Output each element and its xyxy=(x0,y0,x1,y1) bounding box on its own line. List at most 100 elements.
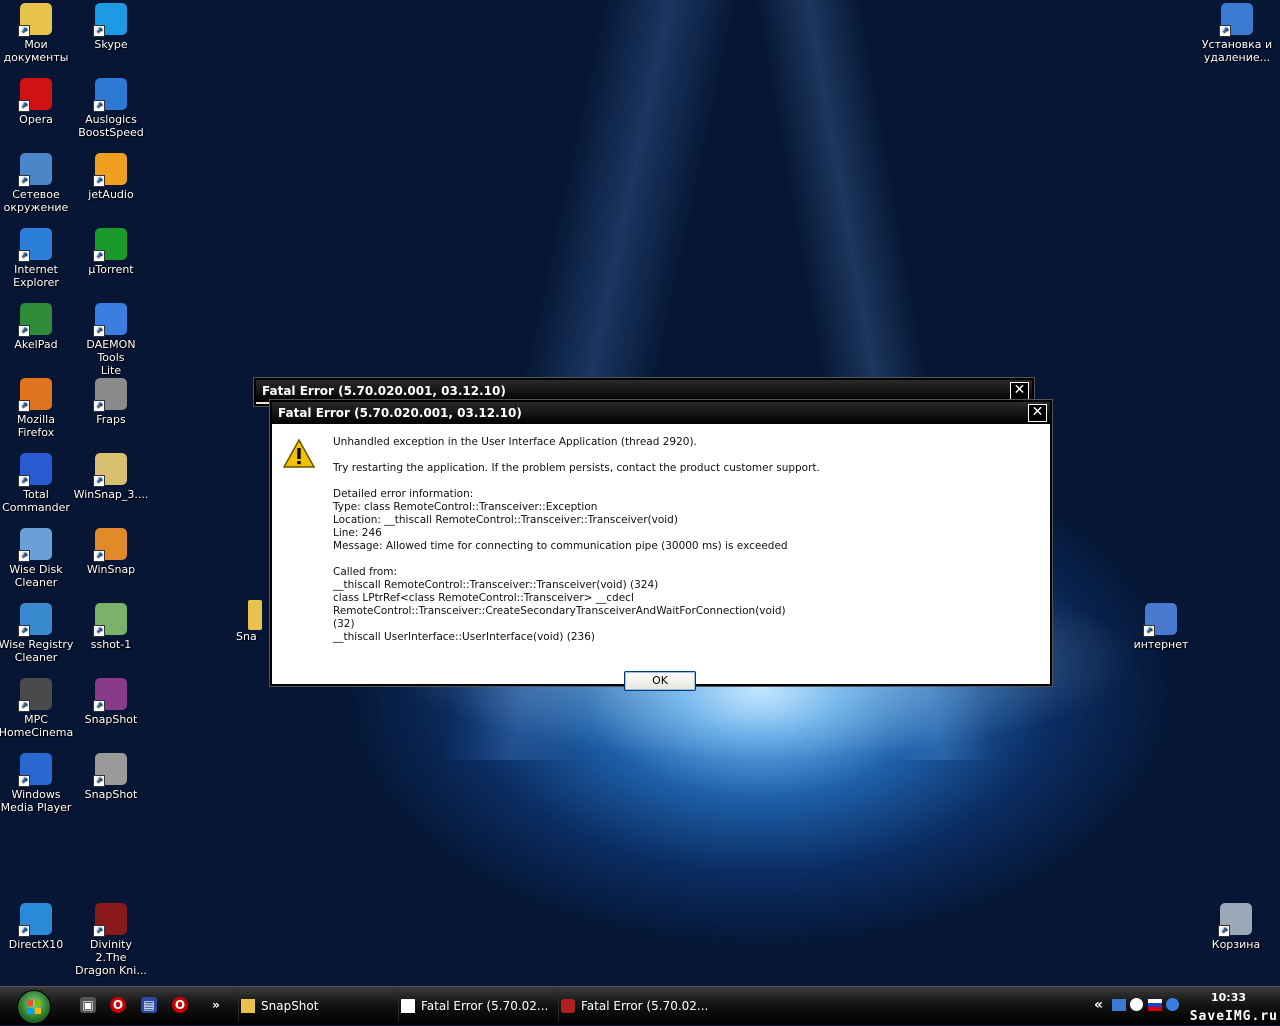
shortcut-arrow-icon: ↗ xyxy=(93,925,105,937)
window-icon xyxy=(401,999,415,1013)
desktop-icon-label: Сетевое окружение xyxy=(3,188,69,214)
shortcut-arrow-icon: ↗ xyxy=(93,700,105,712)
desktop-icon[interactable]: ↗ WinSnap xyxy=(73,528,149,576)
akelpad-icon: ↗ xyxy=(18,303,52,337)
shortcut-arrow-icon: ↗ xyxy=(18,625,30,637)
desktop-icon-label: Total Commander xyxy=(2,488,70,514)
desktop-icon-label: Auslogics BoostSpeed xyxy=(78,113,144,139)
shortcut-arrow-icon: ↗ xyxy=(93,250,105,262)
desktop-icon[interactable]: ↗ WinSnap_3.... xyxy=(73,453,149,501)
desktop-icon[interactable]: ↗ AkelPad xyxy=(0,303,74,351)
network-tray-icon[interactable] xyxy=(1112,999,1126,1011)
desktop-icon[interactable]: ↗ Skype xyxy=(73,3,149,51)
desktop-icon[interactable]: ↗ интернет xyxy=(1123,603,1199,651)
desktop-icon-label: Установка и удаление... xyxy=(1201,38,1273,64)
quicklaunch-more-button[interactable]: » xyxy=(208,997,224,1013)
opera-icon[interactable]: O xyxy=(172,997,188,1013)
desktop-icon[interactable]: ↗ Fraps xyxy=(73,378,149,426)
desktop-icon[interactable]: ↗ µTorrent xyxy=(73,228,149,276)
desktop-icon-label: Opera xyxy=(19,113,53,126)
shortcut-arrow-icon: ↗ xyxy=(18,25,30,37)
fraps-icon: ↗ xyxy=(93,378,127,412)
desktop-icon-label: Mozilla Firefox xyxy=(17,413,55,439)
desktop-icon[interactable]: ↗ Установка и удаление... xyxy=(1199,3,1275,64)
shortcut-arrow-icon: ↗ xyxy=(18,325,30,337)
desktop-icon[interactable]: ↗ Opera xyxy=(0,78,74,126)
desktop-icon[interactable]: ↗ Divinity 2.The Dragon Kni... xyxy=(73,903,149,977)
desktop-icon-label: WinSnap xyxy=(86,563,136,576)
watermark: SaveIMG.ru xyxy=(1189,1009,1278,1024)
task-fatal-error-1[interactable]: Fatal Error (5.70.02... xyxy=(398,991,561,1021)
desktop-icon[interactable]: ↗ SnapShot xyxy=(73,678,149,726)
shortcut-arrow-icon: ↗ xyxy=(93,550,105,562)
shortcut-arrow-icon: ↗ xyxy=(1219,25,1231,37)
desktop-icon[interactable]: ↗ jetAudio xyxy=(73,153,149,201)
desktop-icon-label: MPC HomeCinema xyxy=(0,713,74,739)
desktop-icon[interactable]: ↗ sshot-1 xyxy=(73,603,149,651)
taskbar: ▣ O ▤ O » SnapShot Fatal Error (5.70.02.… xyxy=(0,986,1280,1025)
desktop-icon-label: Корзина xyxy=(1211,938,1261,951)
shortcut-arrow-icon: ↗ xyxy=(93,175,105,187)
desktop-icon-label: sshot-1 xyxy=(90,638,132,651)
desktop-icon[interactable]: ↗ Windows Media Player xyxy=(0,753,74,814)
desktop-icon[interactable]: ↗ Wise Registry Cleaner xyxy=(0,603,74,664)
tray-expand-button[interactable]: « xyxy=(1094,997,1103,1013)
dialog-close-button[interactable]: ✕ xyxy=(1028,404,1047,422)
desktop-icon-label: SnapShot xyxy=(84,713,138,726)
error-details: Detailed error information: Type: class … xyxy=(333,488,788,552)
desktop-icon-label: интернет xyxy=(1133,638,1189,651)
shortcut-arrow-icon: ↗ xyxy=(1143,625,1155,637)
desktop-icon-label: Sna xyxy=(236,630,257,643)
desktop-icon[interactable]: ↗ Mozilla Firefox xyxy=(0,378,74,439)
desktop-icon[interactable]: ↗ MPC HomeCinema xyxy=(0,678,74,739)
desktop-icon-partial[interactable]: Sna xyxy=(236,600,266,643)
daemon-tools-icon: ↗ xyxy=(93,303,127,337)
desktop-icon[interactable]: ↗ SnapShot xyxy=(73,753,149,801)
clock[interactable]: 10:33 xyxy=(1211,991,1246,1004)
desktop-icon[interactable]: ↗ Корзина xyxy=(1198,903,1274,951)
media-player-classic-icon[interactable]: ▣ xyxy=(80,997,96,1013)
desktop-icon[interactable]: ↗ Сетевое окружение xyxy=(0,153,74,214)
shortcut-arrow-icon: ↗ xyxy=(1218,925,1230,937)
shortcut-arrow-icon: ↗ xyxy=(18,475,30,487)
desktop-icon[interactable]: ↗ Total Commander xyxy=(0,453,74,514)
desktop-icon[interactable]: ↗ Internet Explorer xyxy=(0,228,74,289)
back-dialog-close-button[interactable]: ✕ xyxy=(1010,382,1029,400)
opera-icon[interactable]: O xyxy=(110,997,126,1013)
winsnap-icon: ↗ xyxy=(93,528,127,562)
winsnap-installer-icon: ↗ xyxy=(93,453,127,487)
shortcut-arrow-icon: ↗ xyxy=(18,175,30,187)
desktop-icon-label: AkelPad xyxy=(14,338,58,351)
shortcut-arrow-icon: ↗ xyxy=(18,250,30,262)
shortcut-arrow-icon: ↗ xyxy=(18,550,30,562)
dialog-titlebar[interactable]: Fatal Error (5.70.020.001, 03.12.10) ✕ xyxy=(272,402,1050,424)
wise-registry-icon: ↗ xyxy=(18,603,52,637)
daemon-tools-tray-icon[interactable] xyxy=(1166,998,1179,1011)
desktop-icon[interactable]: ↗ Wise Disk Cleaner xyxy=(0,528,74,589)
desktop-icon[interactable]: ↗ DAEMON Tools Lite xyxy=(73,303,149,377)
ie-icon: ↗ xyxy=(18,228,52,262)
bluetooth-tray-icon[interactable] xyxy=(1130,998,1143,1011)
start-button[interactable] xyxy=(17,990,51,1024)
add-remove-programs-icon: ↗ xyxy=(1219,3,1253,37)
desktop-icon-label: jetAudio xyxy=(88,188,134,201)
back-dialog-titlebar[interactable]: Fatal Error (5.70.020.001, 03.12.10) ✕ xyxy=(256,380,1032,402)
shortcut-arrow-icon: ↗ xyxy=(18,925,30,937)
desktop-icon[interactable]: ↗ Auslogics BoostSpeed xyxy=(73,78,149,139)
winrar-icon: ↗ xyxy=(93,678,127,712)
desktop-icon[interactable]: ↗ DirectX10 xyxy=(0,903,74,951)
error-message: Unhandled exception in the User Interfac… xyxy=(333,436,1049,644)
desktop-icon[interactable]: ↗ Мои документы xyxy=(0,3,74,64)
divinity-icon: ↗ xyxy=(93,903,127,937)
task-snapshot[interactable]: SnapShot xyxy=(238,991,401,1021)
task-fatal-error-2[interactable]: Fatal Error (5.70.02... xyxy=(558,991,721,1021)
show-desktop-icon[interactable]: ▤ xyxy=(141,997,157,1013)
task-label: Fatal Error (5.70.02... xyxy=(581,999,709,1013)
ok-button[interactable]: OK xyxy=(624,671,696,691)
jetaudio-icon: ↗ xyxy=(93,153,127,187)
language-tray-icon[interactable] xyxy=(1148,999,1162,1011)
opera-icon: ↗ xyxy=(18,78,52,112)
error-call-stack: Called from: __thiscall RemoteControl::T… xyxy=(333,566,786,643)
windows-logo-icon xyxy=(27,1000,41,1014)
fatal-error-dialog[interactable]: Fatal Error (5.70.020.001, 03.12.10) ✕ U… xyxy=(270,400,1052,691)
